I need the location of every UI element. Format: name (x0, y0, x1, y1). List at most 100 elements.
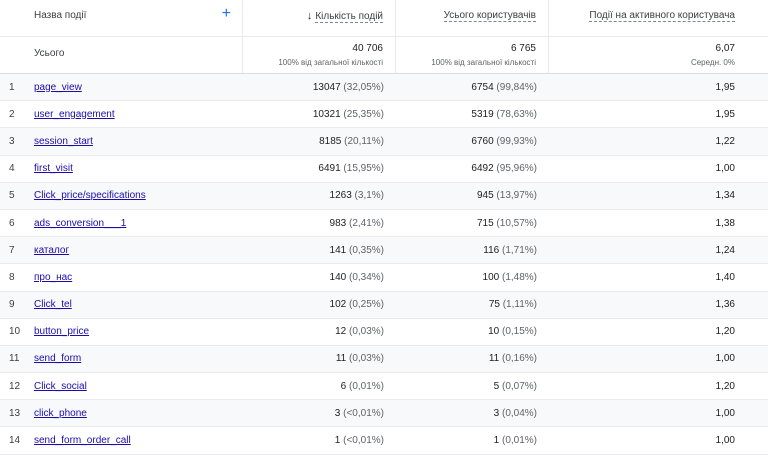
total-users-value: 10 (488, 326, 500, 338)
row-index: 4 (9, 163, 15, 175)
row-index: 12 (9, 380, 21, 392)
event-name-link[interactable]: Click_price/specifications (34, 190, 146, 201)
events-per-user-value: 1,20 (715, 326, 735, 338)
event-count-percent: (0,03%) (348, 353, 384, 365)
total-users-cell: 6760 (99,93%) (396, 136, 549, 147)
event-name-cell: user_engagement (34, 109, 243, 120)
total-users-percent: (1,71%) (501, 244, 537, 256)
event-name-cell: Click_social (34, 381, 243, 392)
event-name-link[interactable]: user_engagement (34, 109, 115, 120)
event-name-link[interactable]: session_start (34, 136, 93, 147)
event-name-link[interactable]: button_price (34, 326, 89, 337)
table-row: 6 ads_conversion___1 983 (2,41%) 715 (10… (0, 210, 768, 238)
events-per-user-header-label[interactable]: Події на активного користувача (589, 10, 735, 22)
total-users-value: 5 (493, 380, 500, 392)
event-count-cell: 11 (0,03%) (243, 353, 396, 364)
events-per-user-cell: 1,34 (549, 190, 768, 201)
events-per-user-value: 1,24 (715, 244, 735, 256)
event-name-link[interactable]: page_view (34, 82, 82, 93)
event-name-cell: ads_conversion___1 (34, 218, 243, 229)
total-users-value: 3 (493, 407, 500, 419)
event-count-value: 1263 (329, 190, 352, 202)
events-per-user-cell: 1,95 (549, 82, 768, 93)
total-users-value: 75 (488, 299, 500, 311)
event-name-link[interactable]: каталог (34, 245, 69, 256)
table-row: 1 page_view 13047 (32,05%) 6754 (99,84%)… (0, 74, 768, 102)
total-users-percent: (0,16%) (501, 353, 537, 365)
column-header-event-name: Назва події + (0, 0, 243, 36)
event-name-link[interactable]: Click_social (34, 381, 87, 392)
total-users-cell: 75 (1,11%) (396, 299, 549, 310)
event-count-value: 6 (340, 380, 347, 392)
events-per-user-value: 1,34 (715, 190, 735, 202)
row-index: 5 (9, 190, 15, 202)
total-users-percent: (1,11%) (502, 299, 537, 311)
total-users-cell: 5319 (78,63%) (396, 109, 549, 120)
row-index: 13 (9, 407, 21, 419)
event-name-cell: про_нас (34, 272, 243, 283)
event-count-value: 10321 (312, 108, 341, 120)
event-count-percent: (0,34%) (348, 271, 384, 283)
event-count-cell: 6491 (15,95%) (243, 163, 396, 174)
row-index: 7 (9, 244, 15, 256)
total-users-cell: 715 (10,57%) (396, 218, 549, 229)
event-count-cell: 983 (2,41%) (243, 218, 396, 229)
event-name-link[interactable]: send_form (34, 353, 81, 364)
events-per-user-cell: 1,00 (549, 408, 768, 419)
total-users-value: 5319 (471, 108, 494, 120)
total-users-percent: (95,96%) (496, 163, 537, 175)
event-count-cell: 13047 (32,05%) (243, 82, 396, 93)
event-count-percent: (0,35%) (348, 244, 384, 256)
event-name-cell: session_start (34, 136, 243, 147)
event-name-link[interactable]: click_phone (34, 408, 87, 419)
total-users-percent: (99,84%) (496, 81, 537, 93)
event-name-cell: click_phone (34, 408, 243, 419)
events-per-user-cell: 1,38 (549, 218, 768, 229)
events-per-user-value: 1,40 (715, 271, 735, 283)
event-count-percent: (32,05%) (343, 81, 384, 93)
events-per-user-value: 1,95 (715, 81, 735, 93)
events-per-user-cell: 1,00 (549, 163, 768, 174)
event-count-percent: (0,01%) (348, 380, 384, 392)
table-row: 11 send_form 11 (0,03%) 11 (0,16%) 1,00 (0, 345, 768, 374)
totals-users-sub: 100% від загальної кількості (431, 58, 536, 67)
events-per-user-value: 1,20 (715, 380, 735, 392)
row-index: 1 (9, 81, 15, 93)
event-count-value: 13047 (312, 81, 341, 93)
add-dimension-icon[interactable]: + (222, 5, 231, 23)
total-users-header-label[interactable]: Усього користувачів (443, 10, 536, 22)
total-users-percent: (0,04%) (501, 407, 537, 419)
table-row: 7 каталог 141 (0,35%) 116 (1,71%) 1,24 (0, 237, 768, 265)
event-name-link[interactable]: про_нас (34, 272, 72, 283)
column-header-events-per-user[interactable]: Події на активного користувача (549, 0, 768, 36)
table-row: 3 session_start 8185 (20,11%) 6760 (99,9… (0, 128, 768, 156)
event-count-cell: 6 (0,01%) (243, 381, 396, 392)
event-count-percent: (15,95%) (343, 163, 384, 175)
table-row: 14 send_form_order_call 1 (<0,01%) 1 (0,… (0, 427, 768, 455)
event-count-value: 140 (329, 271, 347, 283)
total-users-cell: 6492 (95,96%) (396, 163, 549, 174)
totals-event-count-sub: 100% від загальної кількості (278, 58, 383, 67)
event-name-link[interactable]: Click_tel (34, 299, 72, 310)
table-row: 2 user_engagement 10321 (25,35%) 5319 (7… (0, 101, 768, 129)
events-per-user-value: 1,00 (715, 163, 735, 175)
column-header-event-count[interactable]: ↓ Кількість подій (243, 0, 396, 36)
event-count-value: 983 (329, 217, 347, 229)
event-count-percent: (0,03%) (348, 326, 384, 338)
table-row: 5 Click_price/specifications 1263 (3,1%)… (0, 182, 768, 210)
event-name-link[interactable]: ads_conversion___1 (34, 218, 126, 229)
events-per-user-value: 1,00 (715, 407, 735, 419)
column-header-total-users[interactable]: Усього користувачів (396, 0, 549, 36)
total-users-cell: 116 (1,71%) (396, 245, 549, 256)
event-name-link[interactable]: first_visit (34, 163, 73, 174)
event-count-header-label[interactable]: Кількість подій (315, 11, 383, 23)
event-count-value: 102 (329, 299, 347, 311)
events-per-user-value: 1,95 (715, 108, 735, 120)
event-name-cell: Click_tel (34, 299, 243, 310)
event-count-cell: 140 (0,34%) (243, 272, 396, 283)
event-name-cell: first_visit (34, 163, 243, 174)
event-count-cell: 10321 (25,35%) (243, 109, 396, 120)
total-users-value: 945 (476, 190, 494, 202)
table-row: 8 про_нас 140 (0,34%) 100 (1,48%) 1,40 (0, 264, 768, 292)
sort-down-icon[interactable]: ↓ (307, 10, 313, 22)
